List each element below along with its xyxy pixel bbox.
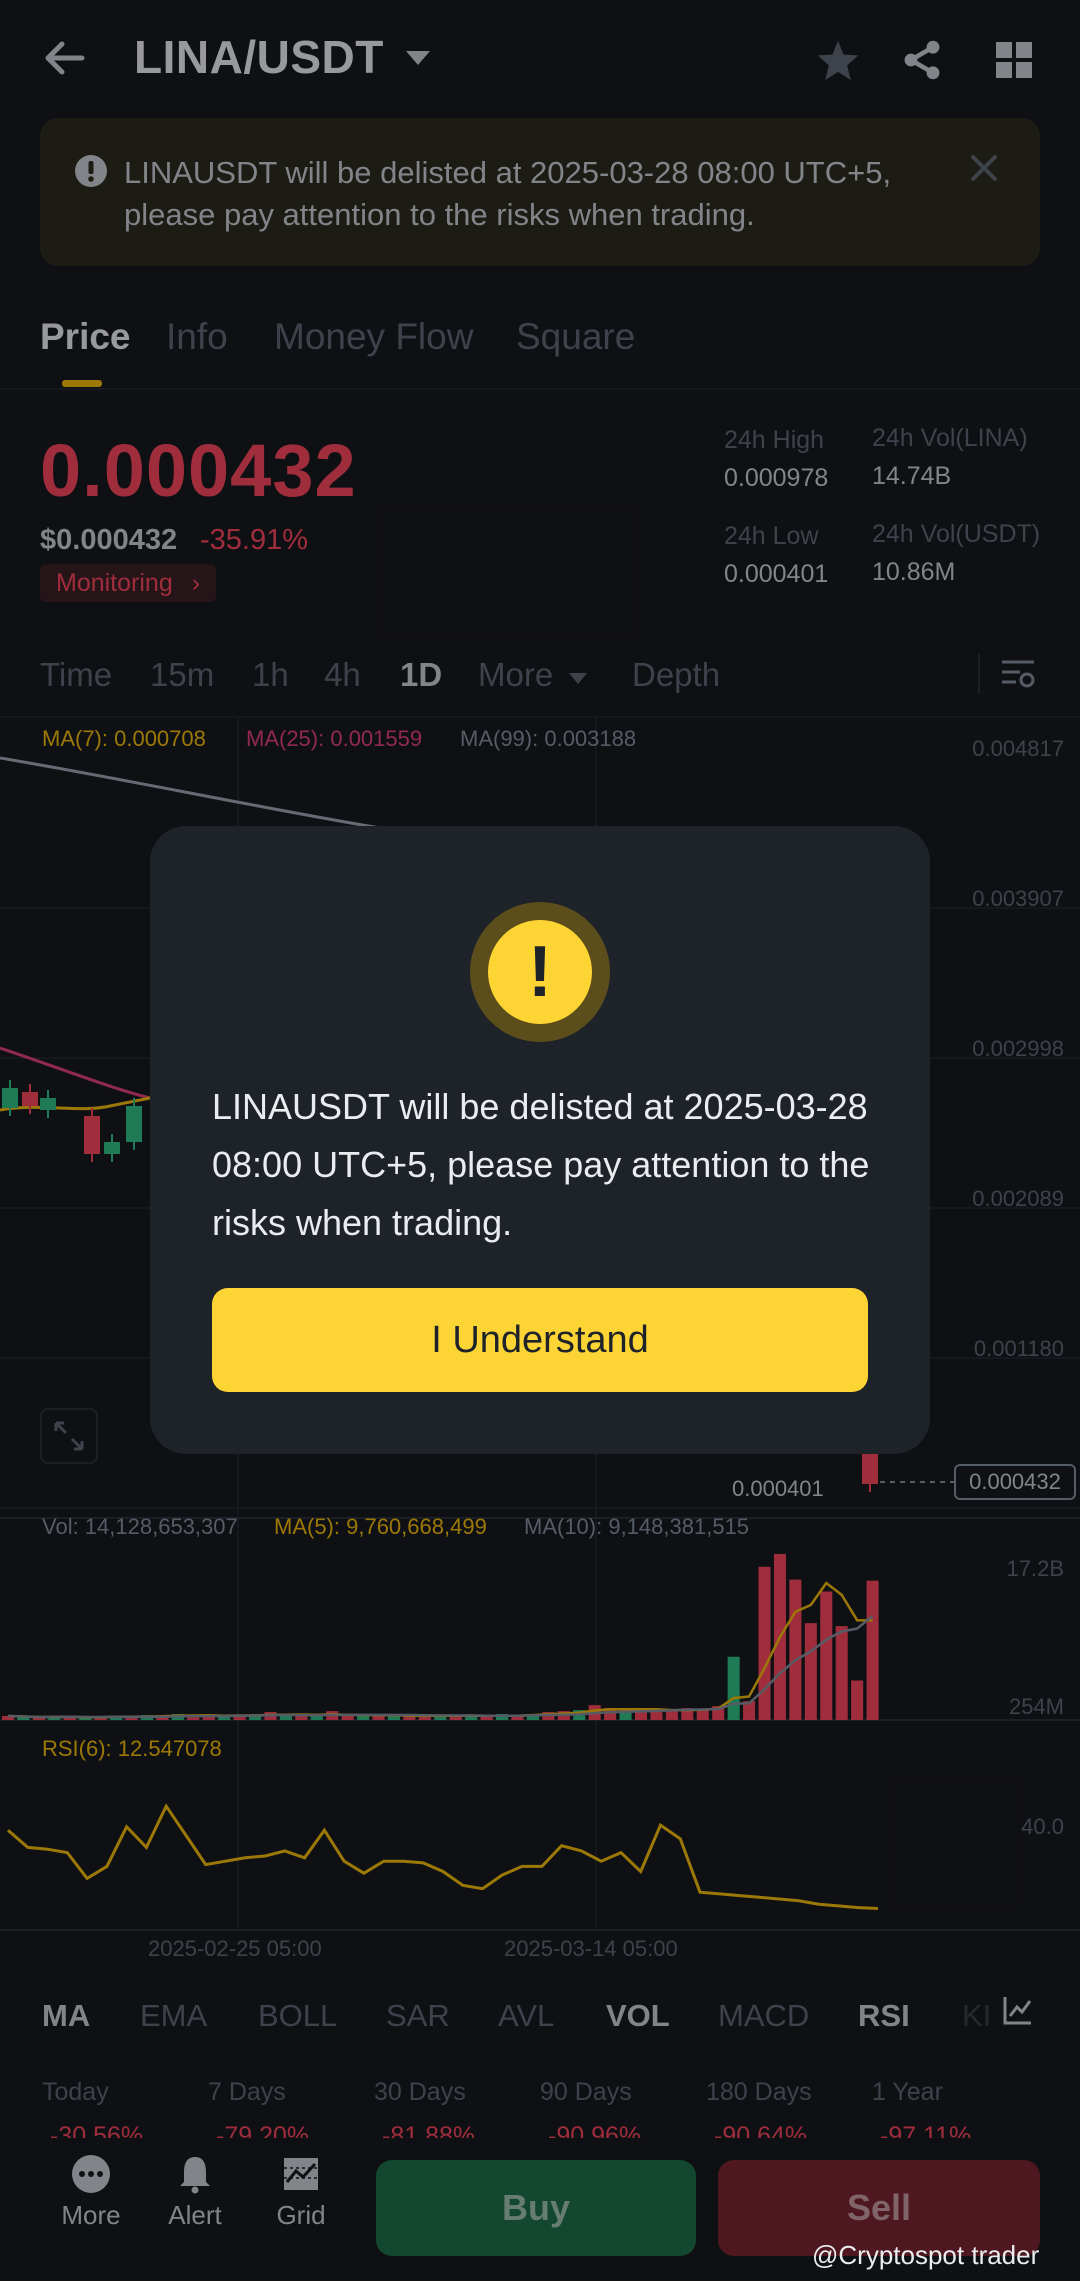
warning-icon-ring: ! — [470, 902, 610, 1042]
understand-button[interactable]: I Understand — [212, 1288, 868, 1392]
modal-message: LINAUSDT will be delisted at 2025-03-28 … — [212, 1086, 870, 1243]
watermark: @Cryptospot trader — [812, 2240, 1040, 2270]
delisting-modal: ! LINAUSDT will be delisted at 2025-03-2… — [150, 826, 930, 1454]
exclamation-icon: ! — [488, 920, 592, 1024]
